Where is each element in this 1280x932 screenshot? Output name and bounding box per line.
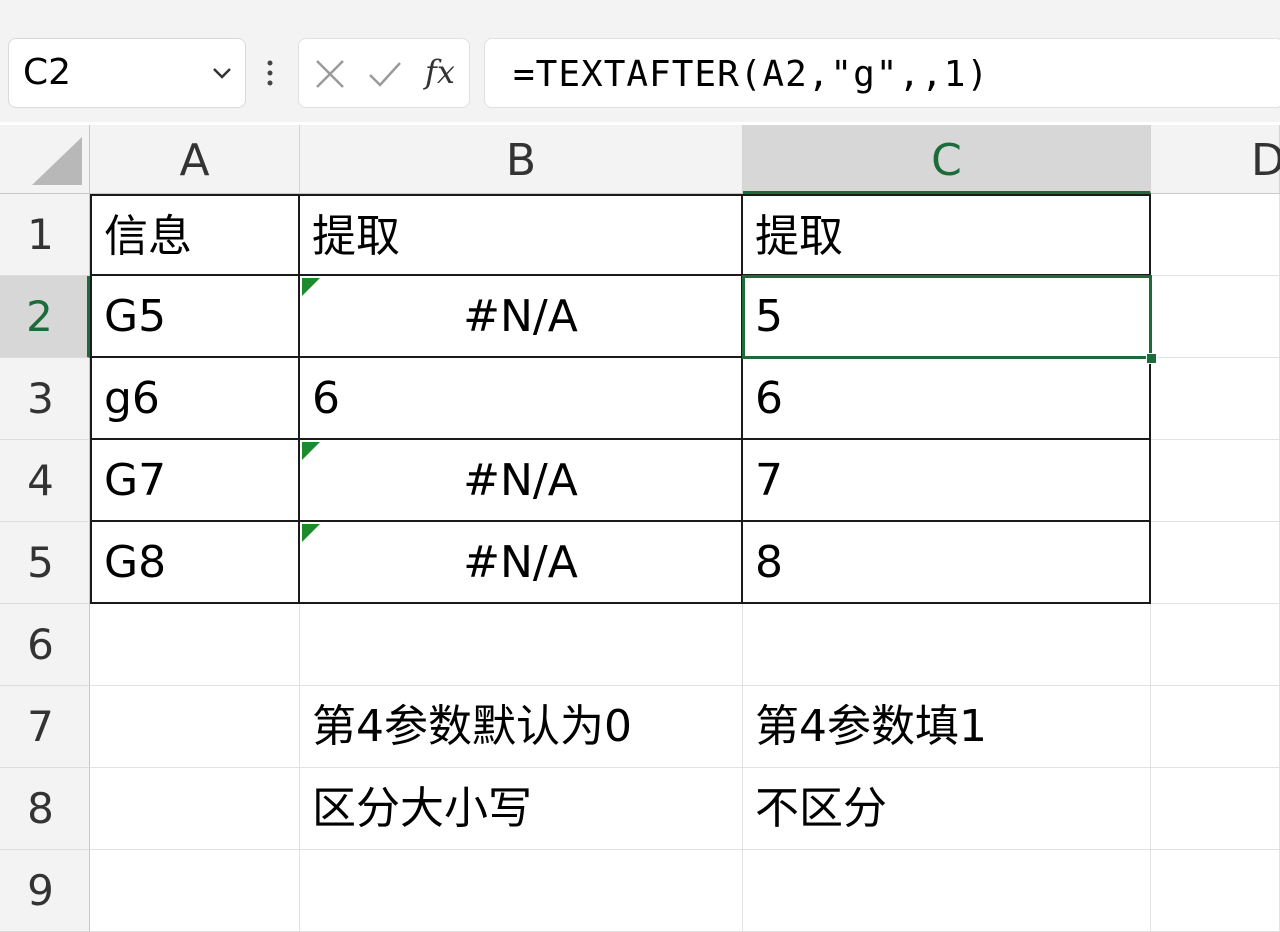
cell-c7[interactable]: 第4参数填1: [743, 686, 1151, 768]
select-all-button[interactable]: [0, 125, 90, 194]
cell-c3[interactable]: 6: [743, 358, 1151, 440]
cell-b2[interactable]: #N/A: [300, 276, 743, 358]
cell-d3[interactable]: [1151, 358, 1280, 440]
cell-d1[interactable]: [1151, 194, 1280, 276]
cell-b3[interactable]: 6: [300, 358, 743, 440]
row-header-1[interactable]: 1: [0, 194, 90, 276]
error-indicator-icon[interactable]: [302, 442, 320, 460]
row-header-9[interactable]: 9: [0, 850, 90, 932]
cell-d7[interactable]: [1151, 686, 1280, 768]
cell-a7[interactable]: [90, 686, 300, 768]
spreadsheet-grid: A B C D 1 2 3 4 5 6 7 8 9 信息 提取 提取 G5 #N…: [0, 125, 1280, 932]
cell-b1[interactable]: 提取: [300, 194, 743, 276]
fx-icon[interactable]: fx: [425, 53, 455, 91]
check-icon[interactable]: [367, 57, 403, 95]
formula-input[interactable]: =TEXTAFTER(A2,"g",,1): [484, 38, 1280, 108]
column-header-a[interactable]: A: [90, 125, 300, 194]
cell-d9[interactable]: [1151, 850, 1280, 932]
row-header-4[interactable]: 4: [0, 440, 90, 522]
cell-b7[interactable]: 第4参数默认为0: [300, 686, 743, 768]
cell-b5-value: #N/A: [463, 537, 578, 588]
cell-b2-value: #N/A: [463, 291, 578, 342]
row-header-8[interactable]: 8: [0, 768, 90, 850]
cell-a1[interactable]: 信息: [90, 194, 300, 276]
name-box-value: C2: [23, 52, 72, 93]
cell-b8[interactable]: 区分大小写: [300, 768, 743, 850]
column-header-d[interactable]: D: [1151, 125, 1280, 194]
row-header-6[interactable]: 6: [0, 604, 90, 686]
cell-c1[interactable]: 提取: [743, 194, 1151, 276]
cell-c9[interactable]: [743, 850, 1151, 932]
formula-controls: fx: [298, 38, 470, 108]
cell-d4[interactable]: [1151, 440, 1280, 522]
ribbon-strip: [0, 0, 1280, 23]
row-header-3[interactable]: 3: [0, 358, 90, 440]
cell-a6[interactable]: [90, 604, 300, 686]
cell-d2[interactable]: [1151, 276, 1280, 358]
error-indicator-icon[interactable]: [302, 278, 320, 296]
formula-bar: C2 fx =TEXTAFTER(A2,"g",,1): [0, 22, 1280, 122]
cell-a4[interactable]: G7: [90, 440, 300, 522]
row-header-7[interactable]: 7: [0, 686, 90, 768]
cell-d6[interactable]: [1151, 604, 1280, 686]
cell-a8[interactable]: [90, 768, 300, 850]
row-header-2[interactable]: 2: [0, 276, 90, 358]
cell-c4[interactable]: 7: [743, 440, 1151, 522]
cell-b6[interactable]: [300, 604, 743, 686]
chevron-down-icon[interactable]: [211, 65, 233, 81]
cell-a5[interactable]: G8: [90, 522, 300, 604]
cell-c8[interactable]: 不区分: [743, 768, 1151, 850]
x-icon[interactable]: [313, 57, 347, 95]
cell-a9[interactable]: [90, 850, 300, 932]
row-header-5[interactable]: 5: [0, 522, 90, 604]
cell-b9[interactable]: [300, 850, 743, 932]
column-header-c[interactable]: C: [743, 125, 1151, 194]
cell-c5[interactable]: 8: [743, 522, 1151, 604]
cell-b4[interactable]: #N/A: [300, 440, 743, 522]
formula-text: =TEXTAFTER(A2,"g",,1): [513, 54, 990, 95]
cell-a3[interactable]: g6: [90, 358, 300, 440]
cell-b5[interactable]: #N/A: [300, 522, 743, 604]
column-header-b[interactable]: B: [300, 125, 743, 194]
cell-c2[interactable]: 5: [742, 275, 1152, 359]
cell-c6[interactable]: [743, 604, 1151, 686]
error-indicator-icon[interactable]: [302, 524, 320, 542]
cell-b4-value: #N/A: [463, 455, 578, 506]
cell-d5[interactable]: [1151, 522, 1280, 604]
name-box[interactable]: C2: [8, 38, 246, 108]
fill-handle[interactable]: [1146, 353, 1157, 364]
cell-a2[interactable]: G5: [90, 276, 300, 358]
cell-d8[interactable]: [1151, 768, 1280, 850]
more-options-icon[interactable]: [264, 58, 276, 88]
